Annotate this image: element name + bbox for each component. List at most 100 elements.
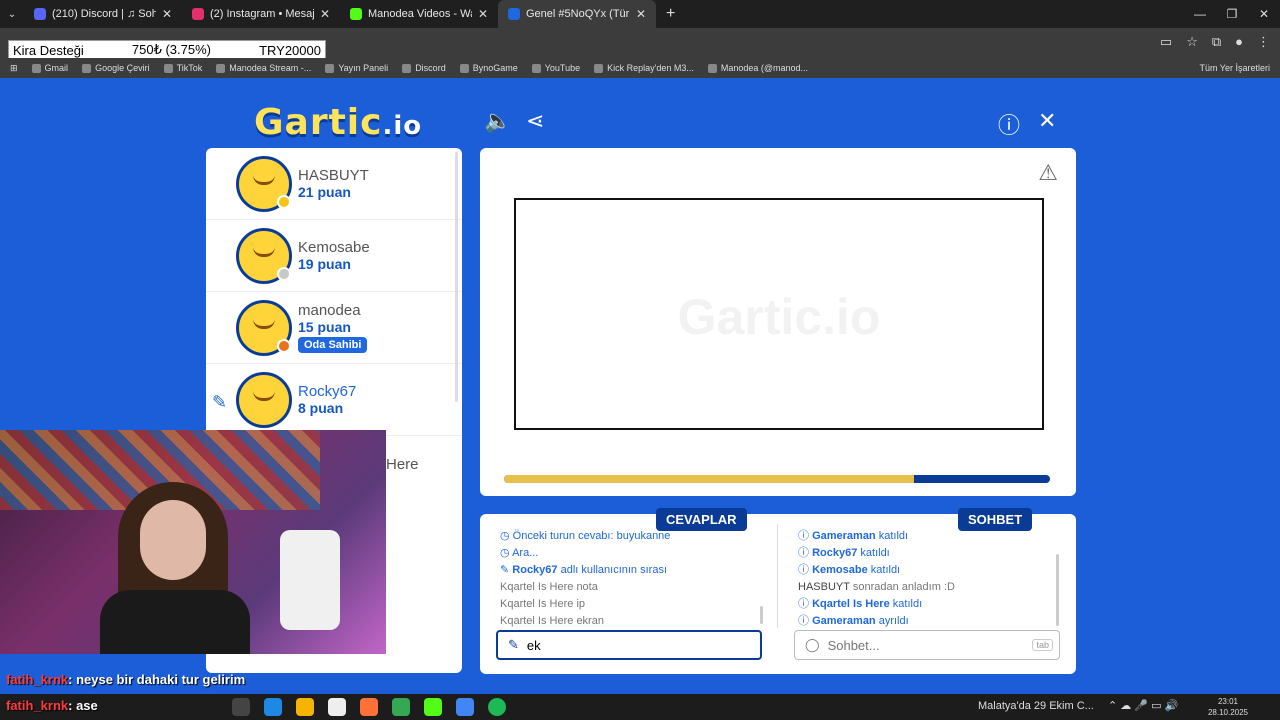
streamer-face — [140, 500, 206, 580]
bookmark-item[interactable]: BynoGame — [459, 63, 518, 73]
all-bookmarks[interactable]: Tüm Yer İşaretleri — [1199, 58, 1270, 78]
bookmark-item[interactable]: YouTube — [531, 63, 580, 73]
tab-close-icon[interactable]: ✕ — [478, 7, 488, 21]
stream-chat-line: fatih_krnk: ase — [6, 698, 98, 713]
bookmark-item[interactable]: Manodea (@manod... — [707, 63, 808, 73]
browser-tab[interactable]: (210) Discord | ♫ Sohbet 2 ✕ — [24, 0, 182, 28]
sound-icon[interactable]: 🔈 — [484, 108, 511, 134]
bookmarks-bar: ⊞ Gmail Google Çeviri TikTok Manodea Stream… — [0, 58, 1280, 78]
player-score: 19 puan — [298, 256, 351, 272]
chrome-active-icon[interactable] — [456, 698, 474, 716]
avatar — [236, 371, 292, 428]
bookmark-item[interactable]: Discord — [402, 63, 446, 73]
answers-scrollbar[interactable] — [760, 606, 763, 624]
tab-search-icon[interactable]: ⌄ — [0, 9, 24, 20]
browser-tab-bar: ⌄ (210) Discord | ♫ Sohbet 2✕(2) Instagr… — [0, 0, 1280, 28]
spotify-icon[interactable] — [488, 698, 506, 716]
chat-line: ⓘ Rocky67 katıldı — [798, 547, 890, 559]
maximize-icon[interactable]: ❐ — [1216, 0, 1248, 28]
answer-line: ◷ Ara... — [500, 547, 539, 559]
tab-title: Manodea Videos - Watch On-D — [368, 8, 472, 20]
bookmark-item[interactable]: TikTok — [163, 63, 202, 73]
tab-favicon-icon — [34, 8, 46, 20]
bookmark-icon — [216, 63, 226, 73]
cast-icon[interactable]: ▭ — [1160, 34, 1172, 50]
chat-log: ⓘ Gameraman katıldı ⓘ Rocky67 katıldı ⓘ Ke… — [798, 528, 955, 630]
webcam-lamp — [280, 530, 340, 630]
donation-goal-target: TRY20000 — [259, 42, 321, 58]
bookmark-icon — [594, 63, 604, 73]
windows-taskbar: Malatya'da 29 Ekim C... ⌃ ☁ 🎤 ▭ 🔊 23:01 … — [0, 694, 1280, 720]
info-icon[interactable]: ⓘ — [998, 108, 1020, 140]
chat-input[interactable]: ◯ Sohbet... tab — [794, 630, 1060, 660]
player-name: HASBUYT — [298, 167, 369, 184]
task-view-icon[interactable] — [232, 698, 250, 716]
taskbar-clock[interactable]: 23:01 28.10.2025 — [1208, 696, 1248, 718]
webcam-overlay — [0, 430, 386, 654]
answer-line: Kqartel Is Here ekran — [500, 615, 604, 627]
share-icon[interactable]: ⋖ — [526, 108, 544, 134]
browser-menu-icon[interactable]: ⋮ — [1257, 34, 1270, 50]
bookmark-item[interactable]: Gmail — [31, 63, 68, 73]
firefox-icon[interactable] — [360, 698, 378, 716]
star-icon[interactable]: ☆ — [1186, 34, 1198, 50]
drawing-canvas[interactable]: Gartic.io — [514, 198, 1044, 430]
chat-line: HASBUYT sonradan anladım :D — [798, 581, 955, 593]
browser-tab[interactable]: Manodea Videos - Watch On-D ✕ — [340, 0, 498, 28]
avatar — [236, 227, 292, 284]
report-warning-icon[interactable]: ⚠ — [1038, 160, 1058, 186]
bookmark-item[interactable]: Yayın Paneli — [325, 63, 388, 73]
tab-close-icon[interactable]: ✕ — [162, 7, 172, 21]
bookmark-item[interactable]: Manodea Stream -... — [216, 63, 311, 73]
answer-input[interactable]: ✎ ek — [496, 630, 762, 660]
minimize-icon[interactable]: — — [1184, 0, 1216, 28]
bookmark-icon — [402, 63, 412, 73]
chat-input-placeholder: Sohbet... — [827, 637, 880, 653]
player-row[interactable]: HASBUYT 21 puan — [206, 148, 462, 220]
system-tray-icons[interactable]: ⌃ ☁ 🎤 ▭ 🔊 — [1108, 699, 1178, 712]
answers-chat-panel: CEVAPLAR SOHBET ◷ Önceki turun cevabı: b… — [480, 508, 1076, 674]
room-owner-badge: Oda Sahibi — [298, 337, 368, 353]
tab-title: Genel #5NoQYx (Türkçe) - Gartic — [526, 8, 630, 20]
profile-icon[interactable]: ● — [1235, 34, 1243, 50]
chat-line: ⓘ Kemosabe katıldı — [798, 564, 901, 576]
weather-widget[interactable]: Malatya'da 29 Ekim C... — [978, 700, 1094, 712]
player-row[interactable]: ✎ Rocky67 8 puan — [206, 364, 462, 436]
tab-close-icon[interactable]: ✕ — [636, 7, 646, 21]
player-status-dot — [277, 266, 291, 281]
bookmark-icon — [163, 63, 173, 73]
browser-tab[interactable]: (2) Instagram • Mesajlar ✕ — [182, 0, 340, 28]
bookmark-icon — [459, 63, 469, 73]
calendar-icon[interactable] — [328, 698, 346, 716]
donation-goal-overlay: Kira Desteği 750₺ (3.75%) TRY20000 — [8, 40, 326, 60]
chat-line: ⓘ Gameraman ayrıldı — [798, 615, 909, 627]
apps-icon[interactable]: ⊞ — [10, 63, 18, 74]
player-name: manodea — [298, 302, 361, 319]
file-explorer-icon[interactable] — [296, 698, 314, 716]
tab-hint: tab — [1032, 639, 1053, 651]
player-score: 8 puan — [298, 400, 344, 416]
kick-icon[interactable] — [424, 698, 442, 716]
close-window-icon[interactable]: ✕ — [1248, 0, 1280, 28]
chrome-icon[interactable] — [392, 698, 410, 716]
player-list-scrollbar[interactable] — [455, 152, 458, 402]
avatar — [236, 155, 292, 212]
panel-divider — [777, 524, 778, 628]
bookmark-item[interactable]: Kick Replay'den M3... — [594, 63, 694, 73]
tab-favicon-icon — [350, 8, 362, 20]
chat-title: SOHBET — [958, 508, 1033, 531]
tab-close-icon[interactable]: ✕ — [320, 7, 330, 21]
close-icon[interactable]: ✕ — [1038, 108, 1056, 134]
extensions-icon[interactable]: ⧉ — [1212, 34, 1221, 50]
bookmark-item[interactable]: Google Çeviri — [82, 63, 150, 73]
player-row[interactable]: Kemosabe 19 puan — [206, 220, 462, 292]
chat-bubble-icon: ◯ — [805, 637, 820, 652]
chat-scrollbar[interactable] — [1056, 554, 1059, 626]
tab-title: (210) Discord | ♫ Sohbet 2 — [52, 8, 156, 20]
player-row[interactable]: manodea 15 puan Oda Sahibi — [206, 292, 462, 364]
answer-line: Kqartel Is Here nota — [500, 581, 598, 593]
player-status-dot — [277, 338, 291, 353]
browser-tab[interactable]: Genel #5NoQYx (Türkçe) - Gartic ✕ — [498, 0, 656, 28]
new-tab-button[interactable]: + — [656, 5, 685, 23]
edge-icon[interactable] — [264, 698, 282, 716]
